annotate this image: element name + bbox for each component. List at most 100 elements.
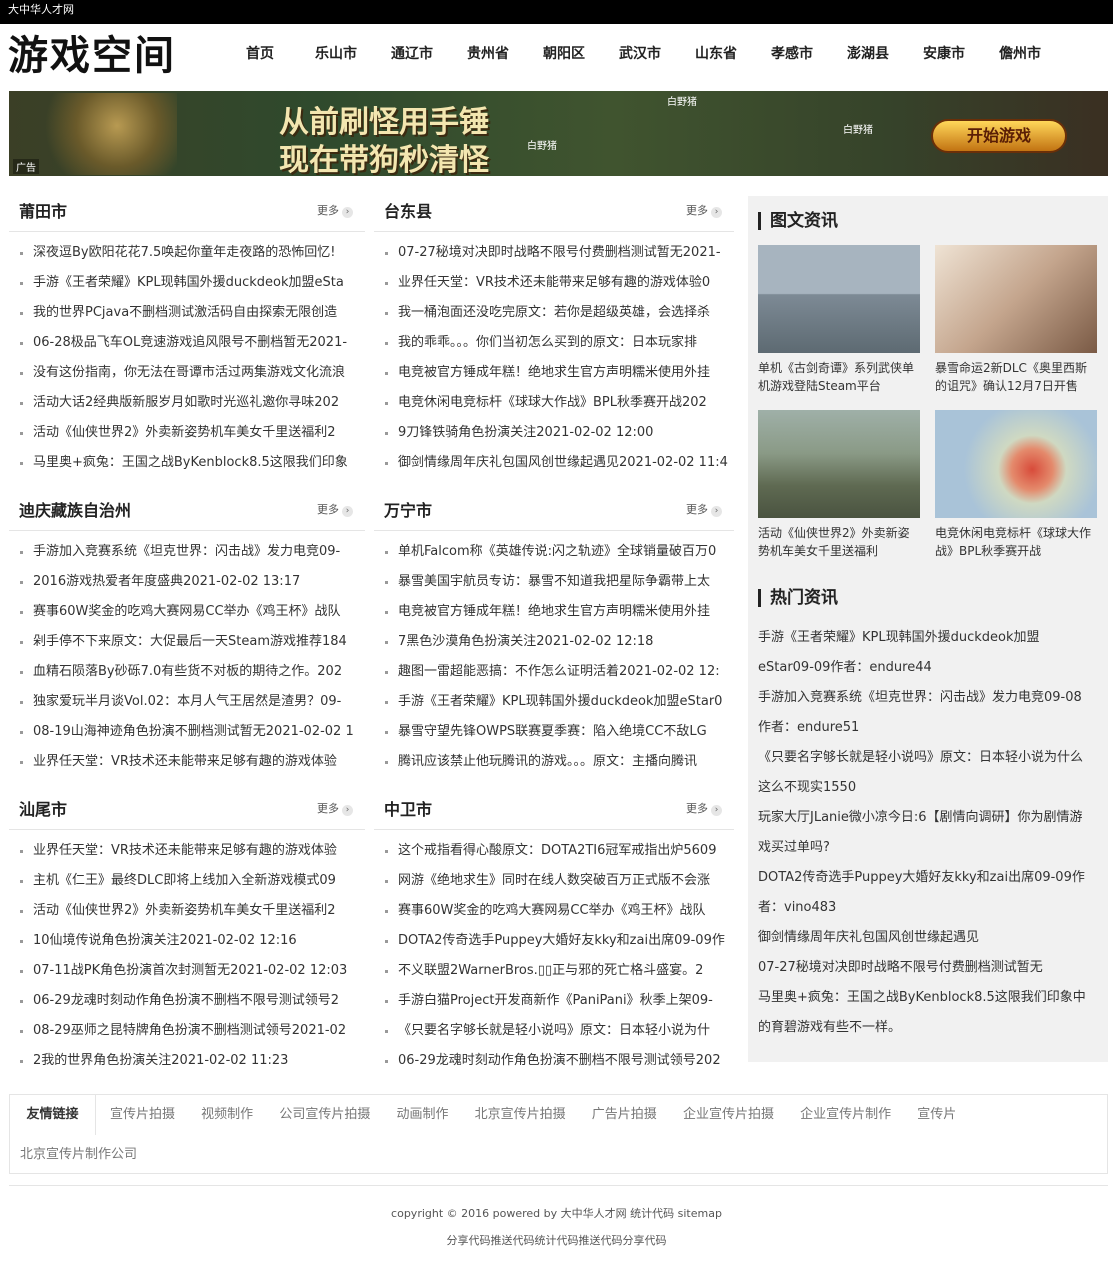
- list-item[interactable]: 御剑情缘周年庆礼包国风创世缘起遇见2021-02-02 11:4: [374, 448, 734, 478]
- list-item[interactable]: 08-29巫师之昆特牌角色扮演不删档测试领号2021-02: [9, 1016, 365, 1046]
- section-title[interactable]: 万宁市: [384, 497, 432, 521]
- nav-item[interactable]: 山东省: [678, 40, 754, 70]
- list-item[interactable]: 业界任天堂：VR技术还未能带来足够有趣的游戏体验: [9, 747, 365, 777]
- list-item[interactable]: 活动《仙侠世界2》外卖新姿势机车美女千里送福利2: [9, 896, 365, 926]
- more-link[interactable]: 更多 ›: [686, 800, 722, 816]
- list-item[interactable]: 活动《仙侠世界2》外卖新姿势机车美女千里送福利2: [9, 418, 365, 448]
- nav-item[interactable]: 澎湖县: [830, 40, 906, 70]
- wedding-couple-image[interactable]: [935, 245, 1097, 353]
- section-title[interactable]: 莆田市: [19, 198, 67, 222]
- nav-item[interactable]: 安康市: [906, 40, 982, 70]
- nav-item-home[interactable]: 首页: [222, 40, 298, 70]
- nav-item[interactable]: 孝感市: [754, 40, 830, 70]
- friend-link[interactable]: 宣传片拍摄: [110, 1107, 175, 1122]
- list-item[interactable]: 业界任天堂：VR技术还未能带来足够有趣的游戏体验: [9, 836, 365, 866]
- list-item[interactable]: 06-28极品飞车OL竞速游戏追风限号不删档暂无2021-: [9, 328, 365, 358]
- pic-news-item[interactable]: 电竞休闲电竞标杆《球球大作战》BPL秋季赛开战: [935, 410, 1097, 560]
- tank-image[interactable]: [758, 410, 920, 518]
- list-item[interactable]: 电竞被官方锤成年糕！绝地求生官方声明糯米使用外挂: [374, 358, 734, 388]
- hot-news-line[interactable]: 御剑情缘周年庆礼包国风创世缘起遇见: [758, 923, 1108, 953]
- hot-news-line[interactable]: 作者：endure51: [758, 713, 1108, 743]
- pic-caption[interactable]: 暴雪命运2新DLC《奥里西斯的诅咒》确认12月7日开售09-: [935, 359, 1097, 395]
- list-item[interactable]: 马里奥+疯兔：王国之战ByKenblock8.5这限我们印象: [9, 448, 365, 478]
- list-item[interactable]: 《只要名字够长就是轻小说吗》原文：日本轻小说为什: [374, 1016, 734, 1046]
- hot-news-line[interactable]: eStar09-09作者：endure44: [758, 653, 1108, 683]
- friend-link[interactable]: 北京宣传片制作公司: [20, 1135, 137, 1175]
- hot-news-line[interactable]: 07-27秘境对决即时战略不限号付费删档测试暂无: [758, 953, 1108, 983]
- list-item[interactable]: 剁手停不下来原文：大促最后一天Steam游戏推荐184: [9, 627, 365, 657]
- list-item[interactable]: 没有这份指南，你无法在哥谭市活过两集游戏文化流浪: [9, 358, 365, 388]
- list-item[interactable]: 深夜逗By欧阳花花7.5唤起你童年走夜路的恐怖回忆!: [9, 238, 365, 268]
- section-title[interactable]: 中卫市: [384, 796, 432, 820]
- pic-caption[interactable]: 电竞休闲电竞标杆《球球大作战》BPL秋季赛开战: [935, 524, 1097, 560]
- site-logo[interactable]: 游戏空间: [8, 32, 176, 80]
- friend-link[interactable]: 视频制作: [201, 1107, 253, 1122]
- more-link[interactable]: 更多 ›: [686, 202, 722, 218]
- more-link[interactable]: 更多 ›: [317, 800, 353, 816]
- section-title[interactable]: 汕尾市: [19, 796, 67, 820]
- list-item[interactable]: DOTA2传奇选手Puppey大婚好友kky和zai出席09-09作: [374, 926, 734, 956]
- list-item[interactable]: 07-27秘境对决即时战略不限号付费删档测试暂无2021-: [374, 238, 734, 268]
- list-item[interactable]: 网游《绝地求生》同时在线人数突破百万正式版不会涨: [374, 866, 734, 896]
- list-item[interactable]: 2016游戏热爱者年度盛典2021-02-02 13:17: [9, 567, 365, 597]
- list-item[interactable]: 腾讯应该禁止他玩腾讯的游戏。。。原文：主播向腾讯: [374, 747, 734, 777]
- hot-news-line[interactable]: 手游加入竞赛系统《坦克世界：闪击战》发力电竞09-08: [758, 683, 1108, 713]
- list-item[interactable]: 我的乖乖。。。你们当初怎么买到的原文：日本玩家排: [374, 328, 734, 358]
- friend-link[interactable]: 广告片拍摄: [592, 1107, 657, 1122]
- pic-caption[interactable]: 活动《仙侠世界2》外卖新姿势机车美女千里送福利: [758, 524, 920, 560]
- list-item[interactable]: 活动大话2经典版新服岁月如歌时光巡礼邀你寻味202: [9, 388, 365, 418]
- list-item[interactable]: 赛事60W奖金的吃鸡大赛网易CC举办《鸡王杯》战队: [9, 597, 365, 627]
- list-item[interactable]: 电竞被官方锤成年糕！绝地求生官方声明糯米使用外挂: [374, 597, 734, 627]
- nav-item[interactable]: 武汉市: [602, 40, 678, 70]
- hot-news-line[interactable]: 这么不现实1550: [758, 773, 1108, 803]
- list-item[interactable]: 业界任天堂：VR技术还未能带来足够有趣的游戏体验0: [374, 268, 734, 298]
- list-item[interactable]: 暴雪守望先锋OWPS联赛夏季赛：陷入绝境CC不敌LG: [374, 717, 734, 747]
- list-item[interactable]: 手游《王者荣耀》KPL现韩国外援duckdeok加盟eSta: [9, 268, 365, 298]
- pic-news-item[interactable]: 暴雪命运2新DLC《奥里西斯的诅咒》确认12月7日开售09-: [935, 245, 1097, 395]
- list-item[interactable]: 独家爱玩半月谈Vol.02：本月人气王居然是渣男？09-: [9, 687, 365, 717]
- list-item[interactable]: 我一桶泡面还没吃完原文：若你是超级英雄，会选择杀: [374, 298, 734, 328]
- list-item[interactable]: 10仙境传说角色扮演关注2021-02-02 12:16: [9, 926, 365, 956]
- missile-launcher-image[interactable]: [758, 245, 920, 353]
- friend-link[interactable]: 企业宣传片制作: [800, 1107, 891, 1122]
- hot-news-line[interactable]: 者：vino483: [758, 893, 1108, 923]
- hot-news-line[interactable]: 的育碧游戏有些不一样。: [758, 1013, 1108, 1043]
- list-item[interactable]: 2我的世界角色扮演关注2021-02-02 11:23: [9, 1046, 365, 1076]
- nav-item[interactable]: 贵州省: [450, 40, 526, 70]
- more-link[interactable]: 更多 ›: [317, 501, 353, 517]
- section-title[interactable]: 台东县: [384, 198, 432, 222]
- ad-banner[interactable]: 从前刷怪用手锤 现在带狗秒清怪 白野猪 白野猪 白野猪 开始游戏 广告: [9, 91, 1108, 176]
- list-item[interactable]: 单机Falcom称《英雄传说:闪之轨迹》全球销量破百万0: [374, 537, 734, 567]
- list-item[interactable]: 我的世界PCjava不删档测试激活码自由探索无限创造: [9, 298, 365, 328]
- nav-item[interactable]: 乐山市: [298, 40, 374, 70]
- list-item[interactable]: 7黑色沙漠角色扮演关注2021-02-02 12:18: [374, 627, 734, 657]
- friend-link[interactable]: 宣传片: [917, 1107, 956, 1122]
- list-item[interactable]: 9刀锋铁骑角色扮演关注2021-02-02 12:00: [374, 418, 734, 448]
- site-name[interactable]: 大中华人才网: [8, 3, 74, 16]
- list-item[interactable]: 手游《王者荣耀》KPL现韩国外援duckdeok加盟eStar0: [374, 687, 734, 717]
- list-item[interactable]: 主机《仁王》最终DLC即将上线加入全新游戏模式09: [9, 866, 365, 896]
- list-item[interactable]: 赛事60W奖金的吃鸡大赛网易CC举办《鸡王杯》战队: [374, 896, 734, 926]
- list-item[interactable]: 电竞休闲电竞标杆《球球大作战》BPL秋季赛开战202: [374, 388, 734, 418]
- friend-link[interactable]: 企业宣传片拍摄: [683, 1107, 774, 1122]
- list-item[interactable]: 暴雪美国宇航员专访：暴雪不知道我把星际争霸带上太: [374, 567, 734, 597]
- hot-news-line[interactable]: 《只要名字够长就是轻小说吗》原文：日本轻小说为什么: [758, 743, 1108, 773]
- hot-news-line[interactable]: DOTA2传奇选手Puppey大婚好友kky和zai出席09-09作: [758, 863, 1108, 893]
- section-title[interactable]: 迪庆藏族自治州: [19, 497, 131, 521]
- map-image[interactable]: [935, 410, 1097, 518]
- friend-link[interactable]: 北京宣传片拍摄: [475, 1107, 566, 1122]
- list-item[interactable]: 08-19山海神迹角色扮演不删档测试暂无2021-02-02 1: [9, 717, 365, 747]
- start-game-button[interactable]: 开始游戏: [931, 119, 1067, 153]
- pic-caption[interactable]: 单机《古剑奇谭》系列武侠单机游戏登陆Steam平台: [758, 359, 920, 395]
- list-item[interactable]: 06-29龙魂时刻动作角色扮演不删档不限号测试领号2: [9, 986, 365, 1016]
- nav-item[interactable]: 朝阳区: [526, 40, 602, 70]
- list-item[interactable]: 这个戒指看得心酸原文：DOTA2TI6冠军戒指出炉5609: [374, 836, 734, 866]
- list-item[interactable]: 趣图一雷超能恶搞：不作怎么证明活着2021-02-02 12:: [374, 657, 734, 687]
- list-item[interactable]: 不义联盟2WarnerBros.▯▯正与邪的死亡格斗盛宴。2: [374, 956, 734, 986]
- hot-news-line[interactable]: 戏买过单吗?: [758, 833, 1108, 863]
- pic-news-item[interactable]: 活动《仙侠世界2》外卖新姿势机车美女千里送福利: [758, 410, 920, 560]
- nav-item[interactable]: 儋州市: [982, 40, 1058, 70]
- list-item[interactable]: 手游白猫Project开发商新作《PaniPani》秋季上架09-: [374, 986, 734, 1016]
- list-item[interactable]: 07-11战PK角色扮演首次封测暂无2021-02-02 12:03: [9, 956, 365, 986]
- list-item[interactable]: 血精石陨落By砂砾7.0有些货不对板的期待之作。202: [9, 657, 365, 687]
